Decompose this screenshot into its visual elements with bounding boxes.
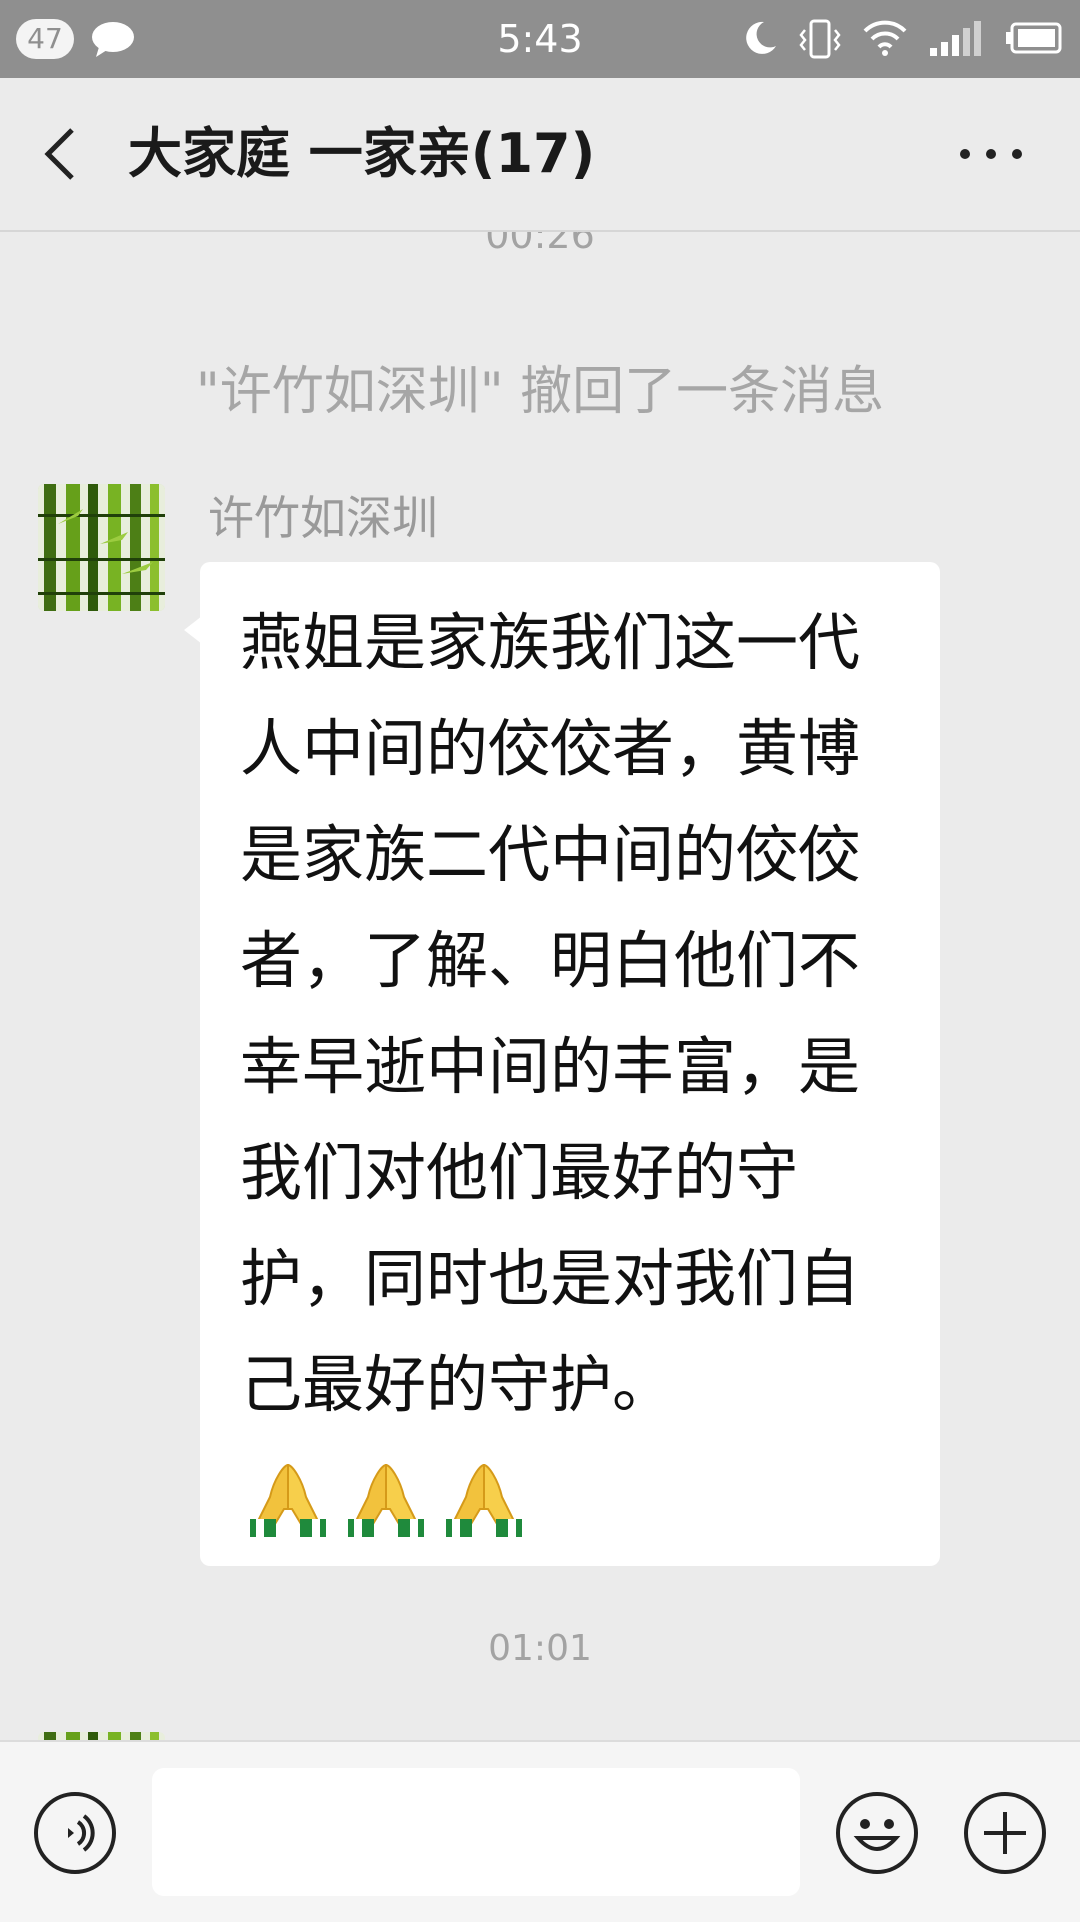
wifi-icon xyxy=(863,20,907,56)
chat-messages-area[interactable]: 00:26 "许竹如深圳" 撤回了一条消息 许竹如深圳 燕姐是家族我们这一代人中… xyxy=(0,232,1080,1740)
folded-hands-emoji-icon xyxy=(348,1463,424,1537)
avatar[interactable] xyxy=(38,484,165,611)
chat-title: 大家庭 一家亲(17) xyxy=(128,122,596,185)
status-clock: 5:43 xyxy=(497,17,583,61)
recall-notice: "许竹如深圳" 撤回了一条消息 xyxy=(195,362,885,422)
more-dots-icon[interactable] xyxy=(956,142,1026,166)
moon-icon xyxy=(746,21,776,54)
signal-icon xyxy=(930,21,981,56)
message-body: 燕姐是家族我们这一代人中间的佼佼者，黄博是家族二代中间的佼佼者，了解、明白他们不… xyxy=(240,606,861,1421)
emoji-icon[interactable] xyxy=(834,1790,920,1876)
status-bar: 47 5:43 xyxy=(0,0,1080,78)
message-bubble[interactable]: 燕姐是家族我们这一代人中间的佼佼者，黄博是家族二代中间的佼佼者，了解、明白他们不… xyxy=(200,562,940,1566)
input-bar xyxy=(0,1740,1080,1922)
bamboo-avatar-image xyxy=(38,484,165,611)
message-input[interactable] xyxy=(152,1768,800,1896)
emoji-group xyxy=(244,1442,538,1548)
vibrate-icon xyxy=(799,19,841,59)
bamboo-avatar-image xyxy=(38,1732,165,1740)
message-text: 燕姐是家族我们这一代人中间的佼佼者，黄博是家族二代中间的佼佼者，了解、明白他们不… xyxy=(240,590,920,1548)
timestamp: 01:01 xyxy=(488,1628,592,1669)
plus-icon[interactable] xyxy=(962,1790,1048,1876)
folded-hands-emoji-icon xyxy=(446,1463,522,1537)
voice-icon[interactable] xyxy=(32,1790,118,1876)
folded-hands-emoji-icon xyxy=(250,1463,326,1537)
timestamp: 00:26 xyxy=(485,232,595,257)
chat-header: 大家庭 一家亲(17) xyxy=(0,78,1080,232)
battery-icon xyxy=(1006,22,1062,54)
chevron-left-icon[interactable] xyxy=(40,124,80,184)
avatar[interactable] xyxy=(38,1732,165,1740)
sender-name: 许竹如深圳 xyxy=(208,491,438,545)
